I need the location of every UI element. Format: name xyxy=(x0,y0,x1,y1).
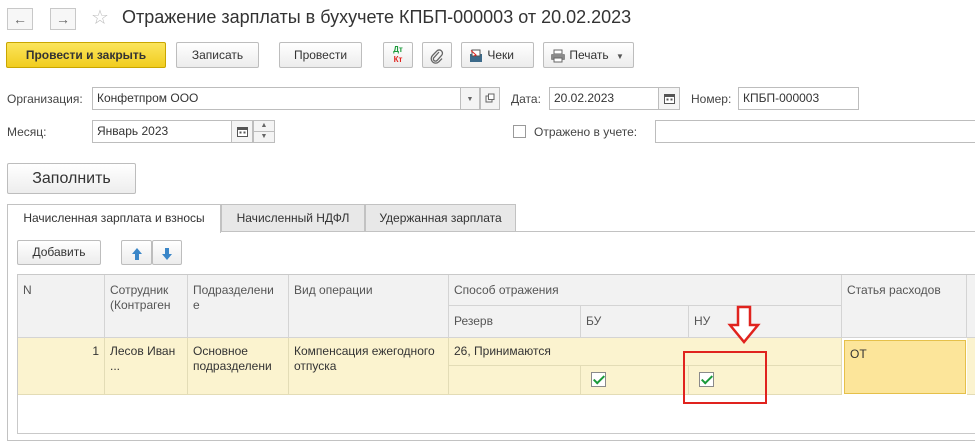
number-label: Номер: xyxy=(691,92,732,106)
save-button[interactable]: Записать xyxy=(176,42,259,68)
month-label: Месяц: xyxy=(7,125,47,139)
col-header-nu[interactable]: НУ xyxy=(689,306,842,338)
month-field[interactable]: Январь 2023 xyxy=(92,120,232,143)
col-header-department[interactable]: Подразделени е xyxy=(188,275,289,338)
date-field[interactable]: 20.02.2023 xyxy=(549,87,659,110)
col-header-expense[interactable]: Статья расходов xyxy=(842,275,967,338)
print-button[interactable]: Печать ▼ xyxy=(543,42,634,68)
page-title: Отражение зарплаты в бухучете КПБП-00000… xyxy=(122,7,632,27)
annotation-arrow-down-icon xyxy=(727,305,761,344)
calendar-button[interactable] xyxy=(658,87,680,110)
fill-button[interactable]: Заполнить xyxy=(7,163,136,194)
month-decrement-button[interactable]: ▼ xyxy=(253,131,275,143)
dt-kt-icon: Дт Кт xyxy=(393,45,403,64)
organization-field[interactable]: Конфетпром ООО xyxy=(92,87,461,110)
date-label: Дата: xyxy=(511,92,541,106)
tab-withheld-salary[interactable]: Удержанная зарплата xyxy=(365,204,516,231)
reflected-checkbox[interactable] xyxy=(513,125,526,138)
reflected-label: Отражено в учете: xyxy=(534,125,638,139)
reflected-field[interactable] xyxy=(655,120,975,143)
col-header-reserve[interactable]: Резерв xyxy=(449,306,581,338)
receipt-icon xyxy=(470,49,482,62)
cell-method[interactable]: 26, Принимаются xyxy=(449,338,842,366)
cell-employee[interactable]: Лесов Иван ... xyxy=(105,338,188,395)
tab-accrued-salary[interactable]: Начисленная зарплата и взносы xyxy=(7,204,221,233)
triangle-up-icon: ▲ xyxy=(260,122,268,129)
col-header-n[interactable]: N xyxy=(18,275,105,338)
tab-accrued-ndfl[interactable]: Начисленный НДФЛ xyxy=(221,204,365,231)
col-header-operation[interactable]: Вид операции xyxy=(289,275,449,338)
cell-expense[interactable]: ОТ xyxy=(844,340,966,394)
organization-dropdown-button[interactable]: ▼ xyxy=(460,87,480,110)
attachment-button[interactable] xyxy=(422,42,452,68)
move-up-button[interactable] xyxy=(121,240,152,265)
open-link-icon xyxy=(485,93,495,103)
col-header-bu[interactable]: БУ xyxy=(581,306,689,338)
cell-extra xyxy=(967,338,975,395)
dt-kt-button[interactable]: Дт Кт xyxy=(383,42,413,68)
post-and-close-button[interactable]: Провести и закрыть xyxy=(6,42,166,68)
add-button[interactable]: Добавить xyxy=(17,240,101,265)
printer-icon xyxy=(551,49,565,63)
forward-button[interactable]: → xyxy=(50,8,76,30)
arrow-left-icon: ← xyxy=(13,11,27,27)
cell-n[interactable]: 1 xyxy=(18,338,105,395)
bu-checkbox[interactable] xyxy=(591,372,606,387)
month-calendar-button[interactable] xyxy=(231,120,253,143)
back-button[interactable]: ← xyxy=(7,8,33,30)
annotation-highlight-box xyxy=(683,351,767,404)
organization-open-button[interactable] xyxy=(480,87,500,110)
salary-grid: N Сотрудник (Контраген Подразделени е Ви… xyxy=(17,274,975,434)
organization-label: Организация: xyxy=(7,92,83,106)
arrow-right-icon: → xyxy=(56,11,70,27)
cell-bu[interactable] xyxy=(581,366,689,395)
star-icon[interactable]: ☆ xyxy=(91,6,109,30)
post-button[interactable]: Провести xyxy=(279,42,362,68)
triangle-down-icon: ▼ xyxy=(260,133,268,140)
chevron-down-icon: ▼ xyxy=(466,96,474,103)
calendar-icon xyxy=(236,126,248,137)
col-header-extra xyxy=(967,275,975,338)
col-header-method[interactable]: Способ отражения xyxy=(449,275,842,306)
chevron-down-icon: ▼ xyxy=(616,52,624,61)
arrow-up-icon xyxy=(131,247,142,260)
paperclip-icon xyxy=(430,49,444,64)
cell-operation[interactable]: Компенсация ежегодного отпуска xyxy=(289,338,449,395)
move-down-button[interactable] xyxy=(152,240,182,265)
cell-department[interactable]: Основное подразделени xyxy=(188,338,289,395)
col-header-employee[interactable]: Сотрудник (Контраген xyxy=(105,275,188,338)
arrow-down-icon xyxy=(162,247,172,260)
number-field[interactable]: КПБП-000003 xyxy=(738,87,859,110)
receipts-button[interactable]: Чеки xyxy=(461,42,534,68)
calendar-icon xyxy=(663,93,675,104)
cell-reserve[interactable] xyxy=(449,366,581,395)
